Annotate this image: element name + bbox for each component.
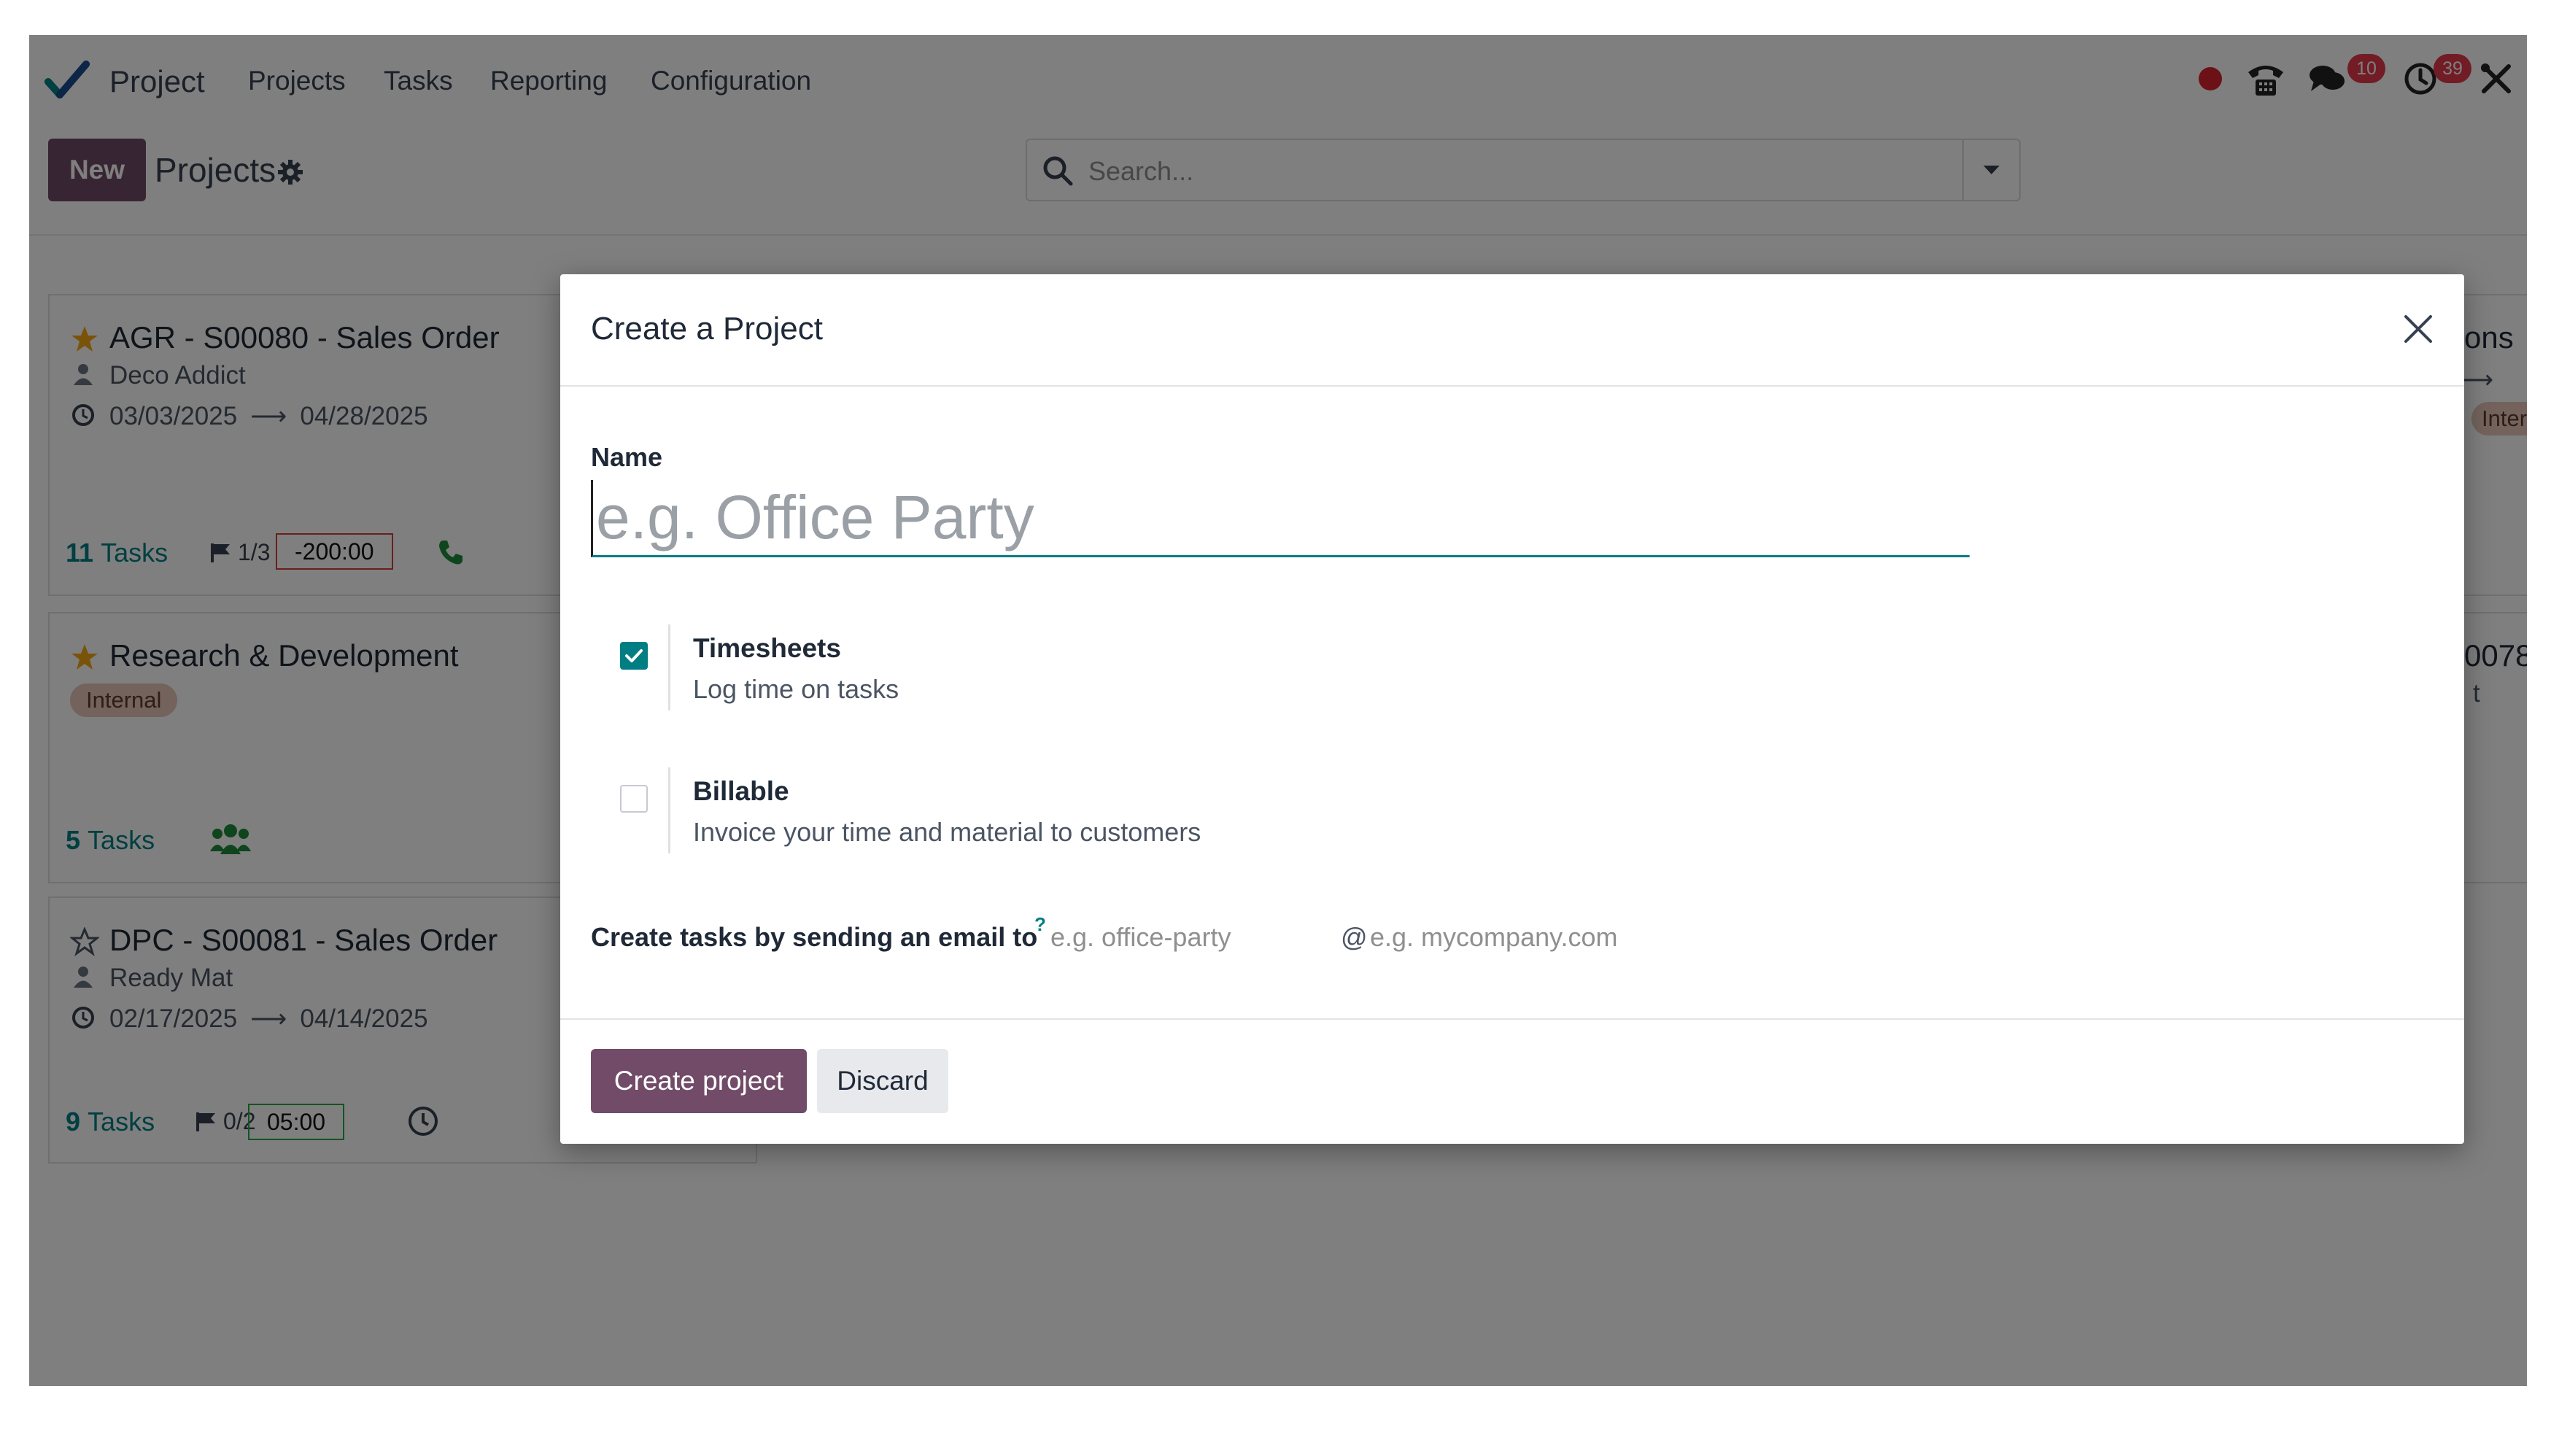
create-project-button[interactable]: Create project [591, 1049, 807, 1113]
timesheets-description: Log time on tasks [693, 674, 899, 704]
billable-title: Billable [693, 776, 789, 806]
billable-description: Invoice your time and material to custom… [693, 817, 1201, 847]
email-domain-input[interactable]: e.g. mycompany.com [1370, 922, 1617, 953]
dialog-header: Create a Project [560, 274, 2464, 387]
checkmark-icon [625, 649, 643, 662]
create-project-dialog: Create a Project Name Timesheets Log tim… [560, 274, 2464, 1144]
email-alias-label: Create tasks by sending an email to [591, 922, 1038, 952]
name-label: Name [591, 442, 663, 472]
app-window: Project Projects Tasks Reporting Configu… [29, 35, 2527, 1386]
option-separator [668, 624, 670, 710]
option-separator [668, 767, 670, 853]
billable-checkbox[interactable] [620, 785, 648, 813]
timesheets-title: Timesheets [693, 633, 841, 663]
discard-button[interactable]: Discard [817, 1049, 948, 1113]
email-alias-input[interactable]: e.g. office-party [1050, 922, 1231, 953]
timesheets-checkbox[interactable] [620, 642, 648, 670]
email-at-sign: @ [1341, 922, 1368, 952]
close-icon[interactable] [2397, 308, 2439, 350]
help-tooltip-icon[interactable]: ? [1034, 913, 1046, 936]
project-name-input[interactable] [591, 480, 1970, 557]
dialog-title: Create a Project [591, 311, 823, 346]
